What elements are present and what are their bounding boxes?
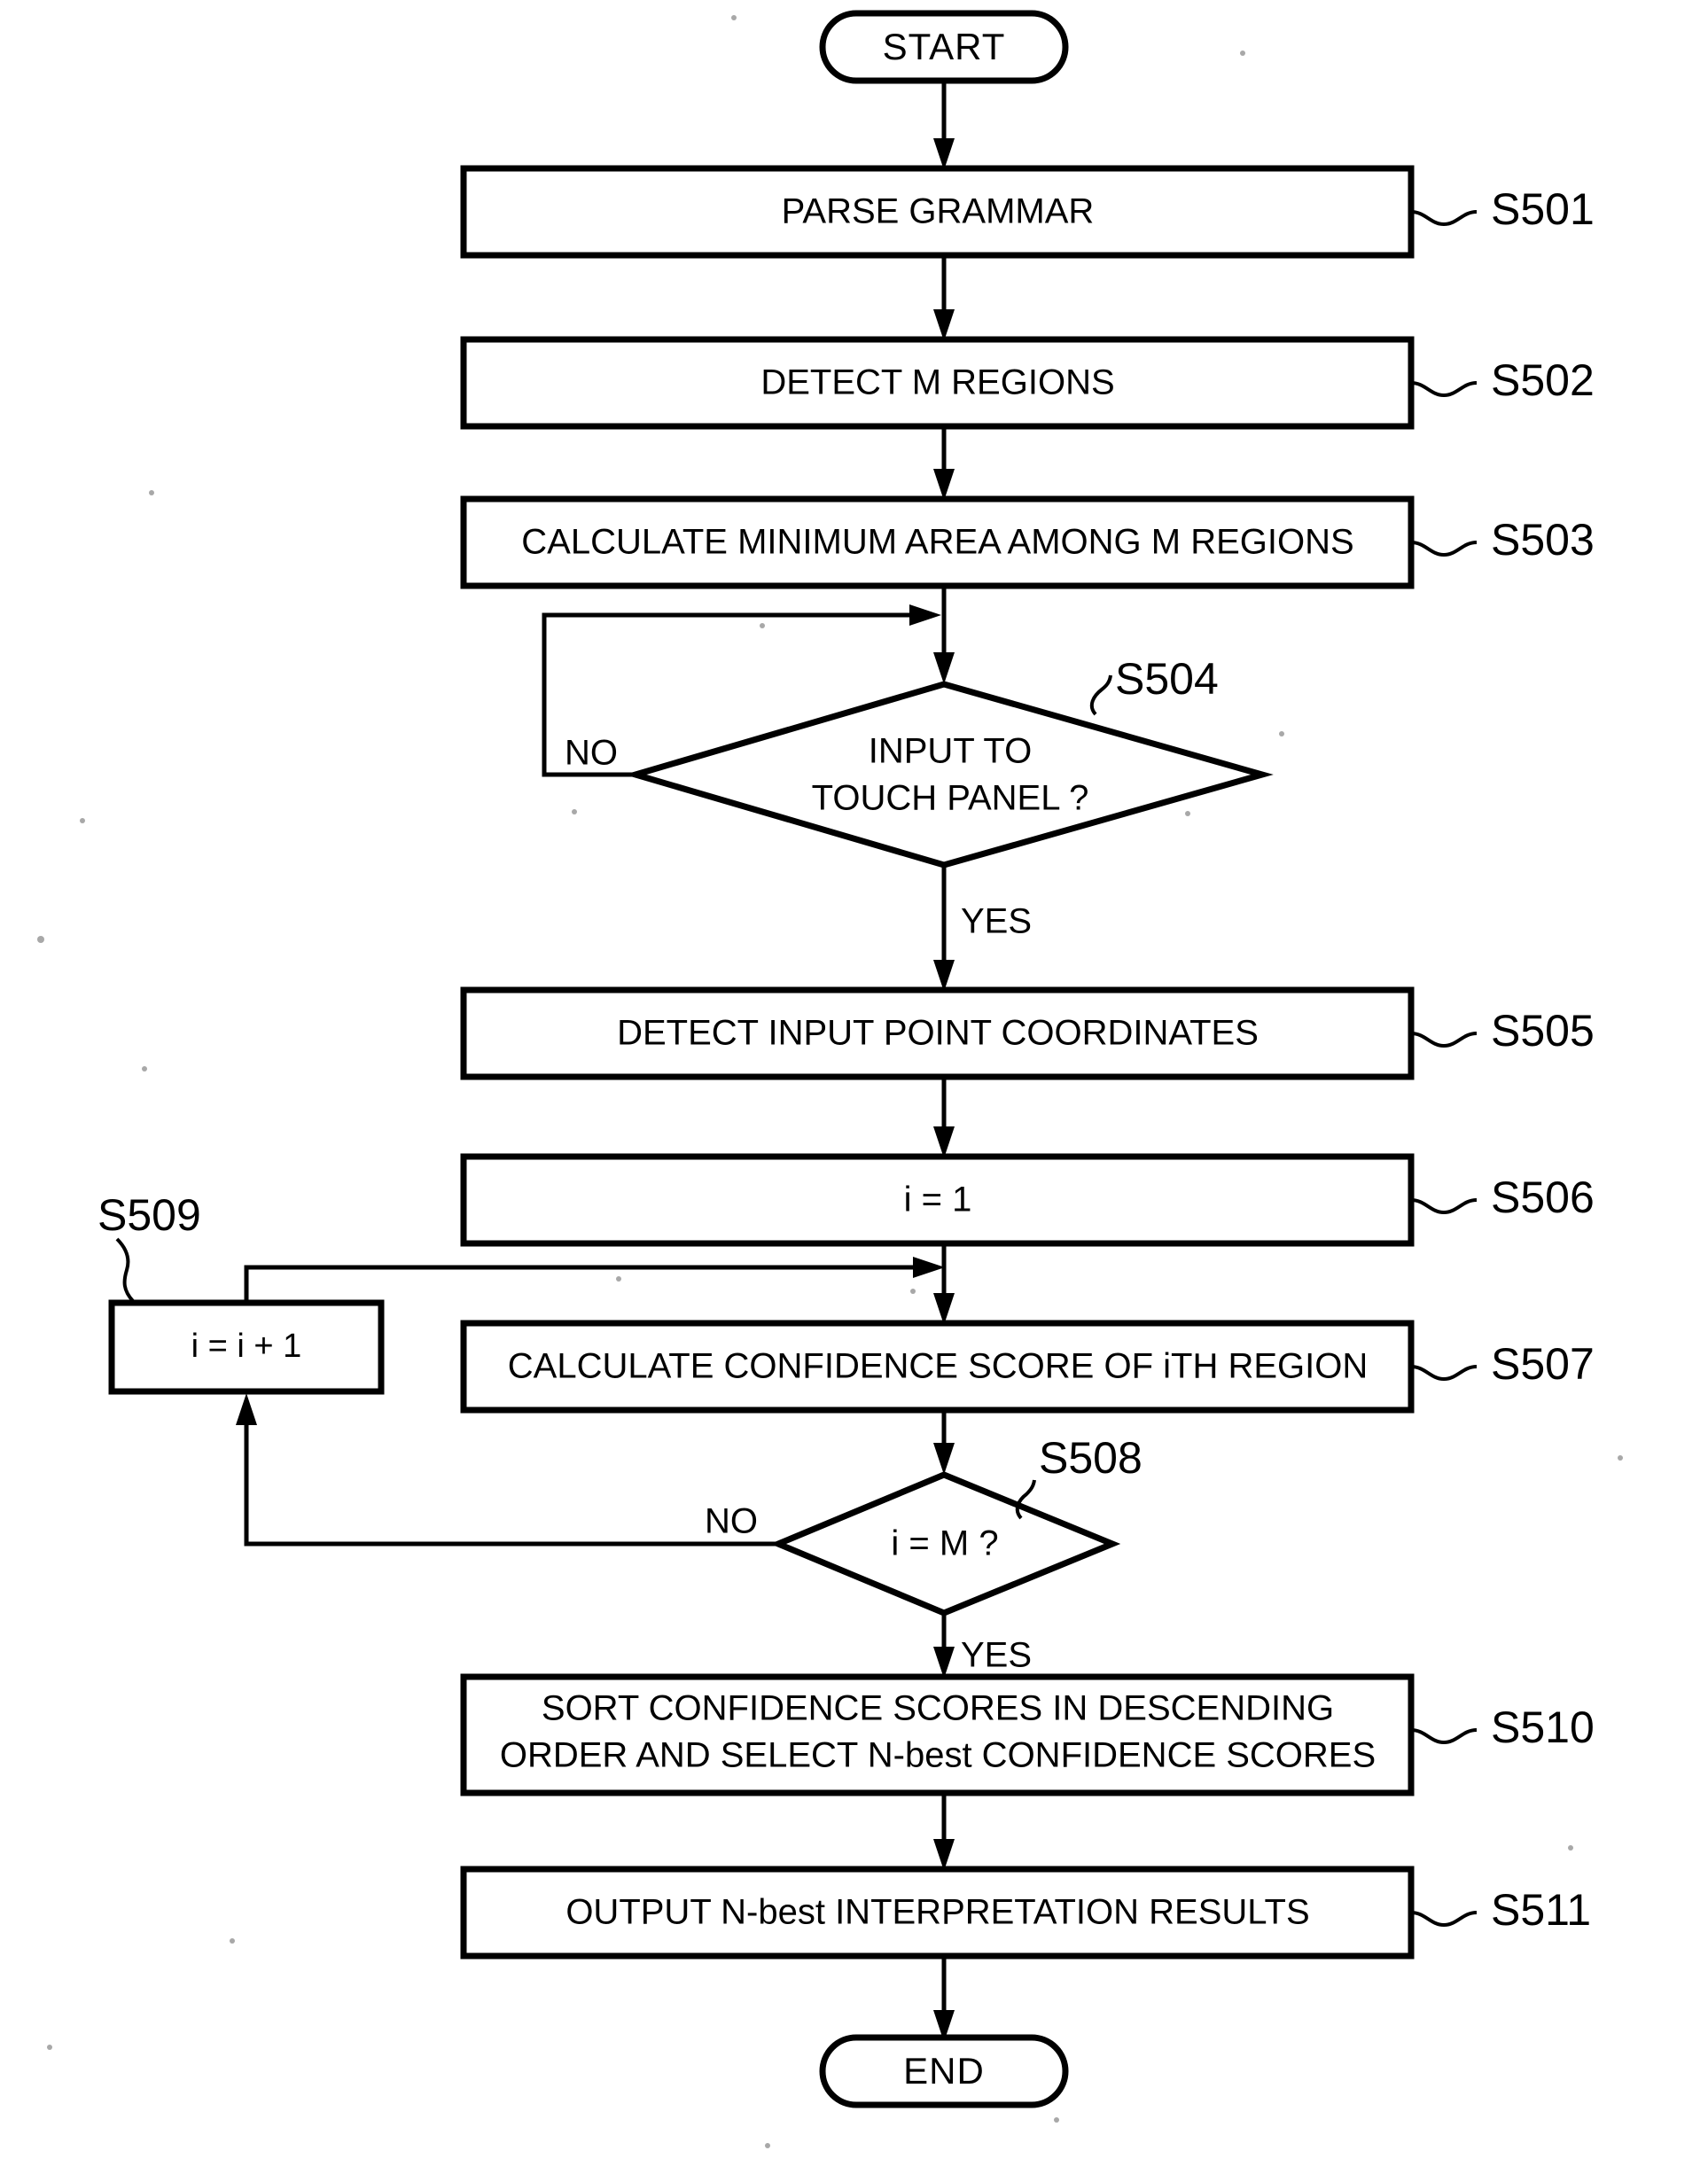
connector-s509-to-s507 bbox=[244, 1257, 945, 1303]
s504-label-line2: TOUCH PANEL ? bbox=[812, 779, 1089, 818]
node-s502: DETECT M REGIONS bbox=[460, 336, 1415, 430]
connector-s507-to-s508 bbox=[933, 1410, 955, 1475]
s510-label-line2: ORDER AND SELECT N-best CONFIDENCE SCORE… bbox=[500, 1736, 1376, 1775]
node-s508: i = M ? bbox=[769, 1471, 1121, 1617]
connector-s505-to-s506 bbox=[933, 1077, 955, 1158]
node-start: START bbox=[819, 10, 1069, 84]
leader-s508: S508 bbox=[1015, 1433, 1143, 1520]
connector-s506-to-s507 bbox=[933, 1243, 955, 1325]
end-terminator-label: END bbox=[903, 2050, 985, 2092]
node-s509: i = i + 1 bbox=[108, 1299, 385, 1395]
s508-yes-branch-label: YES bbox=[961, 1636, 1032, 1675]
s504-label-line1: INPUT TO bbox=[869, 732, 1033, 771]
connector-s503-to-s504 bbox=[933, 586, 955, 684]
connector-s508-to-s510 bbox=[933, 1613, 955, 1679]
s503-label: CALCULATE MINIMUM AREA AMONG M REGIONS bbox=[521, 523, 1353, 562]
connector-s501-to-s502 bbox=[933, 255, 955, 341]
s510-label-line1: SORT CONFIDENCE SCORES IN DESCENDING bbox=[542, 1689, 1334, 1728]
s504-step-label: S504 bbox=[1115, 654, 1219, 704]
s502-label: DETECT M REGIONS bbox=[760, 363, 1114, 402]
node-s505: DETECT INPUT POINT COORDINATES bbox=[460, 986, 1415, 1080]
leader-s502: S502 bbox=[1410, 355, 1595, 405]
s507-label: CALCULATE CONFIDENCE SCORE OF iTH REGION bbox=[508, 1347, 1368, 1386]
s502-step-label: S502 bbox=[1491, 355, 1595, 405]
s501-label: PARSE GRAMMAR bbox=[782, 192, 1095, 231]
connector-s504-to-s505 bbox=[933, 865, 955, 992]
node-s501: PARSE GRAMMAR bbox=[460, 165, 1415, 259]
node-s506: i = 1 bbox=[460, 1153, 1415, 1247]
figure-canvas: START PARSE GRAMMAR S501 DETECT M REGION… bbox=[0, 0, 1708, 2174]
leader-s507: S507 bbox=[1410, 1339, 1595, 1389]
node-end: END bbox=[819, 2034, 1069, 2108]
connector-s510-to-s511 bbox=[933, 1793, 955, 1871]
s510-step-label: S510 bbox=[1491, 1703, 1595, 1752]
leader-s510: S510 bbox=[1410, 1703, 1595, 1752]
s505-step-label: S505 bbox=[1491, 1006, 1595, 1056]
s511-step-label: S511 bbox=[1491, 1885, 1591, 1935]
connector-s511-to-end bbox=[933, 1956, 955, 2042]
s509-label: i = i + 1 bbox=[191, 1328, 302, 1365]
connector-start-to-s501 bbox=[933, 81, 955, 170]
s504-yes-branch-label: YES bbox=[961, 902, 1032, 941]
s503-step-label: S503 bbox=[1491, 515, 1595, 565]
s507-step-label: S507 bbox=[1491, 1339, 1595, 1389]
s506-label: i = 1 bbox=[904, 1181, 972, 1219]
leader-s501: S501 bbox=[1410, 184, 1595, 234]
s506-step-label: S506 bbox=[1491, 1173, 1595, 1222]
s501-step-label: S501 bbox=[1491, 184, 1595, 234]
leader-s503: S503 bbox=[1410, 515, 1595, 565]
s504-no-branch-label: NO bbox=[565, 734, 618, 773]
node-s511: OUTPUT N-best INTERPRETATION RESULTS bbox=[460, 1866, 1415, 1960]
node-s504: INPUT TO TOUCH PANEL ? bbox=[624, 681, 1274, 869]
node-s503: CALCULATE MINIMUM AREA AMONG M REGIONS bbox=[460, 495, 1415, 589]
s509-step-label: S509 bbox=[97, 1190, 201, 1240]
s511-label: OUTPUT N-best INTERPRETATION RESULTS bbox=[565, 1893, 1309, 1932]
connector-s502-to-s503 bbox=[933, 426, 955, 501]
s505-label: DETECT INPUT POINT COORDINATES bbox=[617, 1014, 1259, 1053]
start-terminator-label: START bbox=[883, 26, 1006, 67]
leader-s506: S506 bbox=[1410, 1173, 1595, 1222]
scan-speckles bbox=[37, 15, 1623, 2148]
s508-no-branch-label: NO bbox=[705, 1502, 758, 1541]
leader-s504: S504 bbox=[1089, 654, 1219, 716]
s508-step-label: S508 bbox=[1039, 1433, 1143, 1483]
leader-s509: S509 bbox=[97, 1190, 201, 1303]
node-s510: SORT CONFIDENCE SCORES IN DESCENDING ORD… bbox=[460, 1673, 1415, 1796]
s504-decision-shape bbox=[624, 681, 1274, 869]
s508-label: i = M ? bbox=[891, 1524, 998, 1563]
flowchart-svg: START PARSE GRAMMAR S501 DETECT M REGION… bbox=[37, 10, 1623, 2148]
leader-s511: S511 bbox=[1410, 1885, 1591, 1935]
leader-s505: S505 bbox=[1410, 1006, 1595, 1056]
node-s507: CALCULATE CONFIDENCE SCORE OF iTH REGION bbox=[460, 1320, 1415, 1414]
connector-s508-no-loop bbox=[236, 1393, 778, 1547]
